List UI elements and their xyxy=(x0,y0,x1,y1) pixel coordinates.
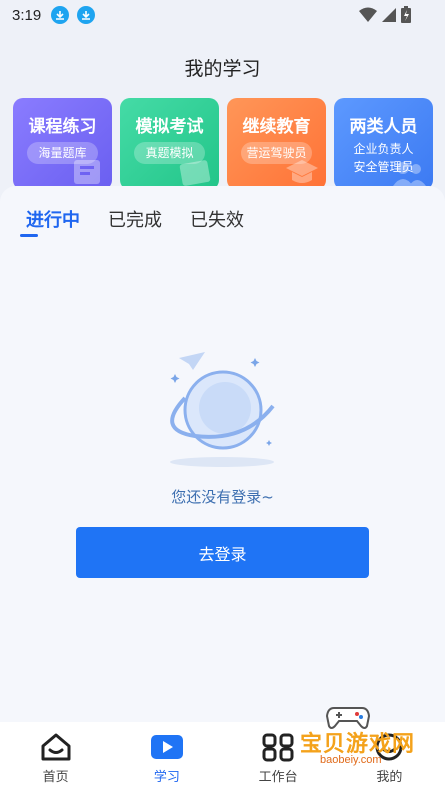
main-content: 进行中 已完成 已失效 您还没有登录~ 去登录 xyxy=(0,186,445,726)
nav-home[interactable]: 首页 xyxy=(0,722,111,791)
card-title: 课程练习 xyxy=(28,117,97,137)
card-course-practice[interactable]: 课程练习 海量题库 xyxy=(13,98,112,190)
card-subtitle-line1: 企业负责人 xyxy=(353,142,414,156)
tab-expired[interactable]: 已失效 xyxy=(190,206,244,232)
graduation-cap-icon xyxy=(286,160,318,183)
card-title: 继续教育 xyxy=(242,117,311,137)
tab-completed[interactable]: 已完成 xyxy=(108,206,162,232)
page-title: 我的学习 xyxy=(184,58,261,80)
status-icons xyxy=(359,6,411,23)
empty-state-message: 您还没有登录~ xyxy=(171,488,274,506)
download-notification-icon xyxy=(77,6,96,24)
wifi-icon xyxy=(359,7,377,22)
people-icon xyxy=(393,162,426,186)
nav-study[interactable]: 学习 xyxy=(111,722,222,791)
card-mock-exam[interactable]: 模拟考试 真题模拟 xyxy=(120,98,219,190)
download-notification-icon xyxy=(51,6,70,24)
nav-label: 学习 xyxy=(153,770,180,785)
play-icon xyxy=(150,735,183,759)
exam-paper-icon xyxy=(179,160,211,186)
battery-icon xyxy=(401,6,411,23)
signal-icon xyxy=(382,7,396,22)
card-two-types-personnel[interactable]: 两类人员 企业负责人 安全管理员 xyxy=(334,98,433,190)
category-cards: 课程练习 海量题库 模拟考试 真题模拟 继续教育 营运驾驶员 两类人员 企业负责… xyxy=(13,98,433,190)
status-bar: 3:19 xyxy=(0,0,445,30)
planet-illustration xyxy=(170,352,275,467)
nav-label: 首页 xyxy=(42,770,69,785)
tab-in-progress[interactable]: 进行中 xyxy=(26,206,80,232)
notebook-icon xyxy=(74,160,100,184)
watermark: 宝贝游戏网 baobeiy.com xyxy=(290,700,440,780)
watermark-url: baobeiy.com xyxy=(320,754,382,766)
card-continuing-education[interactable]: 继续教育 营运驾驶员 xyxy=(227,98,326,190)
home-icon xyxy=(41,733,71,761)
card-title: 两类人员 xyxy=(349,117,418,137)
status-tabs: 进行中 已完成 已失效 xyxy=(26,206,244,232)
active-tab-indicator xyxy=(20,234,38,237)
status-time: 3:19 xyxy=(12,6,42,24)
login-button[interactable]: 去登录 xyxy=(76,527,369,578)
card-title: 模拟考试 xyxy=(135,117,204,137)
